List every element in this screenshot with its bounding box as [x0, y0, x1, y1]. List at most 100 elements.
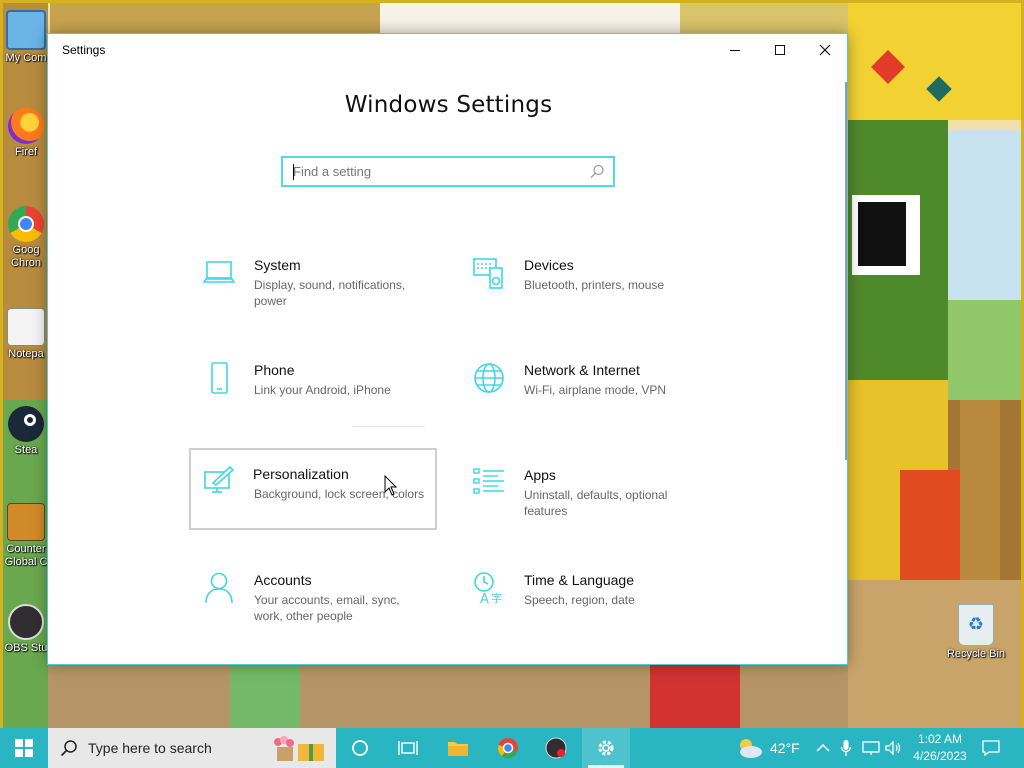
tile-time-language[interactable]: A 字 Time & Language Speech, region, date: [460, 567, 708, 649]
task-view-button[interactable]: [384, 728, 432, 768]
clock-date: 4/26/2023: [913, 749, 967, 763]
microphone-icon: [840, 740, 852, 756]
taskbar-clock[interactable]: 1:02 AM 4/26/2023: [906, 731, 974, 765]
tile-title: System: [254, 257, 301, 273]
chrome-icon: [498, 738, 518, 758]
obs-taskbar-button[interactable]: [532, 728, 580, 768]
mouse-cursor-icon: [384, 475, 398, 496]
desktop-icon-label: Recycle Bin: [946, 648, 1006, 660]
notification-icon: [982, 740, 1000, 756]
folder-icon: [448, 742, 468, 756]
desktop-icon-notepad[interactable]: Notepa: [4, 308, 48, 360]
desktop-icon-label: Firef: [15, 146, 37, 158]
globe-icon: [474, 363, 504, 393]
desktop-icon-chrome[interactable]: Goog Chron: [4, 206, 48, 270]
search-icon: [60, 740, 77, 757]
counter-strike-icon: [7, 503, 45, 541]
desktop-icon-label: Goog Chron: [11, 244, 41, 269]
desktop-icon-label: Counter Global C: [4, 543, 48, 568]
devices-icon: [473, 258, 503, 289]
tile-accounts[interactable]: Accounts Your accounts, email, sync, wor…: [190, 567, 438, 649]
tile-description: Your accounts, email, sync, work, other …: [254, 593, 400, 623]
tile-system[interactable]: System Display, sound, notifications, po…: [190, 252, 438, 334]
svg-text:A: A: [480, 592, 489, 605]
chevron-up-icon: [816, 743, 830, 752]
file-explorer-button[interactable]: [434, 728, 482, 768]
start-button[interactable]: [0, 728, 48, 768]
scrollbar[interactable]: [845, 82, 847, 460]
desktop-icon-obs-studio[interactable]: OBS Stu: [4, 604, 48, 654]
tile-title: Network & Internet: [524, 362, 640, 378]
person-icon: [205, 572, 233, 604]
tile-apps[interactable]: Apps Uninstall, defaults, optional featu…: [460, 462, 708, 544]
taskbar-search-text: Type here to search: [88, 740, 212, 756]
tile-description: Wi-Fi, airplane mode, VPN: [524, 383, 667, 397]
tile-devices[interactable]: Devices Bluetooth, printers, mouse: [460, 252, 708, 334]
microphone-button[interactable]: [840, 728, 852, 768]
desktop-icon-firefox[interactable]: Firef: [4, 108, 48, 158]
minimize-icon: [730, 50, 740, 51]
desktop-icon-counter-strike[interactable]: Counter Global C: [4, 503, 48, 569]
settings-taskbar-button[interactable]: [582, 728, 630, 768]
action-center-button[interactable]: [982, 728, 1000, 768]
tile-title: Apps: [524, 467, 556, 483]
maximize-button[interactable]: [757, 34, 803, 66]
title-bar[interactable]: Settings: [48, 34, 847, 66]
search-icon[interactable]: [587, 162, 607, 182]
volume-button[interactable]: [884, 728, 902, 768]
tile-description: Uninstall, defaults, optional features: [524, 488, 668, 518]
time-language-icon: A 字: [474, 572, 502, 605]
chrome-taskbar-button[interactable]: [484, 728, 532, 768]
taskbar: Type here to search 42°F 1:02 AM 4/26/20…: [0, 728, 1024, 768]
steam-icon: [8, 406, 44, 442]
taskbar-search-box[interactable]: Type here to search: [48, 728, 336, 768]
desktop-icon-my-computer[interactable]: My Com: [4, 10, 48, 64]
tile-title: Devices: [524, 257, 574, 273]
settings-window: Settings Windows Settings System Display…: [47, 33, 848, 665]
desktop-icon-recycle-bin[interactable]: Recycle Bin: [944, 604, 1008, 660]
network-icon: [862, 741, 880, 755]
desktop-icon-label: My Com: [5, 52, 47, 64]
search-highlight-icon: [274, 736, 324, 761]
divider: [353, 426, 425, 427]
firefox-icon: [8, 108, 44, 144]
minimize-button[interactable]: [712, 34, 758, 66]
tile-description: Background, lock screen, colors: [254, 487, 425, 501]
weather-widget[interactable]: 42°F: [736, 728, 800, 768]
desktop-icon-label: OBS Stu: [4, 642, 48, 654]
desktop-icon-steam[interactable]: Stea: [4, 406, 48, 456]
phone-icon: [211, 362, 228, 394]
laptop-icon: [202, 261, 236, 283]
page-title: Windows Settings: [344, 92, 553, 118]
close-button[interactable]: [802, 34, 848, 66]
weather-cloud-moon-icon: [740, 739, 762, 758]
search-input[interactable]: [283, 157, 587, 186]
obs-icon: [8, 604, 44, 640]
recycle-bin-icon: [958, 604, 994, 646]
computer-icon: [6, 10, 46, 50]
tile-description: Speech, region, date: [524, 593, 635, 607]
weather-temperature: 42°F: [770, 740, 800, 756]
svg-text:字: 字: [491, 591, 502, 605]
windows-logo-icon: [15, 739, 33, 757]
tile-title: Accounts: [254, 572, 312, 588]
tile-title: Phone: [254, 362, 295, 378]
desktop-icon-label: Notepa: [8, 348, 44, 360]
tile-description: Link your Android, iPhone: [254, 383, 391, 397]
text-caret: [293, 164, 294, 180]
paint-icon: [204, 465, 235, 493]
speaker-icon: [885, 740, 901, 756]
show-hidden-icons-button[interactable]: [816, 728, 830, 768]
tile-personalization[interactable]: Personalization Background, lock screen,…: [189, 448, 437, 530]
tile-description: Bluetooth, printers, mouse: [524, 278, 665, 292]
close-icon: [819, 44, 831, 56]
apps-list-icon: [473, 468, 504, 494]
network-button[interactable]: [862, 728, 880, 768]
settings-search-box[interactable]: [281, 156, 615, 187]
tile-title: Time & Language: [524, 572, 634, 588]
cortana-button[interactable]: [336, 728, 384, 768]
obs-icon: [545, 737, 567, 759]
notepad-icon: [7, 308, 45, 346]
gear-icon: [598, 740, 614, 756]
tile-network-internet[interactable]: Network & Internet Wi-Fi, airplane mode,…: [460, 357, 708, 439]
